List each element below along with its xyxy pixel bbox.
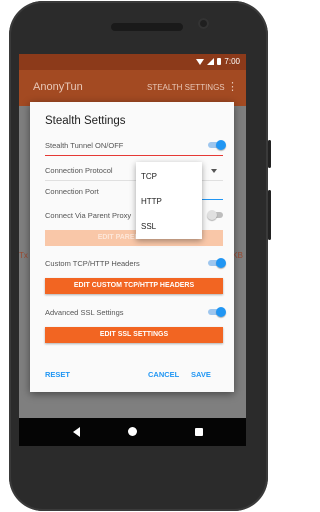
cancel-button[interactable]: CANCEL <box>148 370 179 379</box>
connection-protocol-label: Connection Protocol <box>45 166 113 175</box>
dropdown-option-http[interactable]: HTTP <box>141 197 162 206</box>
save-button[interactable]: SAVE <box>191 370 211 379</box>
signal-icon <box>207 58 215 65</box>
app-bar: AnonyTun STEALTH SETTINGS ⋮ <box>19 70 246 106</box>
stealth-tunnel-label: Stealth Tunnel ON/OFF <box>45 141 124 150</box>
status-bar: 7:00 <box>19 54 246 70</box>
dropdown-option-ssl[interactable]: SSL <box>141 222 156 231</box>
status-time: 7:00 <box>224 57 240 66</box>
stealth-tunnel-switch[interactable] <box>208 140 226 150</box>
nav-bar <box>19 418 246 446</box>
recents-icon[interactable] <box>195 428 203 436</box>
edit-custom-headers-button[interactable]: EDIT CUSTOM TCP/HTTP HEADERS <box>45 278 223 294</box>
edit-ssl-settings-button[interactable]: EDIT SSL SETTINGS <box>45 327 223 343</box>
more-vert-icon[interactable]: ⋮ <box>227 80 238 93</box>
battery-icon <box>217 58 222 65</box>
custom-headers-switch[interactable] <box>208 258 226 268</box>
stealth-tunnel-divider <box>45 155 223 156</box>
back-icon[interactable] <box>73 427 80 437</box>
connection-port-label[interactable]: Connection Port <box>45 187 99 196</box>
front-camera <box>198 18 209 29</box>
dialog-title: Stealth Settings <box>45 115 126 127</box>
speaker-grille <box>111 23 183 31</box>
dropdown-option-tcp[interactable]: TCP <box>141 172 157 181</box>
home-icon[interactable] <box>128 427 137 436</box>
custom-headers-label: Custom TCP/HTTP Headers <box>45 259 140 268</box>
app-title: AnonyTun <box>33 81 83 93</box>
parent-proxy-switch[interactable] <box>207 210 225 220</box>
advanced-ssl-label: Advanced SSL Settings <box>45 308 124 317</box>
background-text-left: Tx <box>19 251 28 260</box>
stealth-settings-dialog: Stealth Settings Stealth Tunnel ON/OFF C… <box>30 102 234 392</box>
screen: 7:00 AnonyTun STEALTH SETTINGS ⋮ Tx KB S… <box>19 54 246 446</box>
volume-button <box>268 190 271 240</box>
parent-proxy-label: Connect Via Parent Proxy <box>45 211 132 220</box>
stealth-settings-action[interactable]: STEALTH SETTINGS <box>147 83 225 92</box>
chevron-down-icon[interactable] <box>211 169 217 173</box>
protocol-dropdown-menu: TCP HTTP SSL <box>136 162 202 239</box>
power-button <box>268 140 271 168</box>
wifi-icon <box>196 58 205 65</box>
reset-button[interactable]: RESET <box>45 370 70 379</box>
advanced-ssl-switch[interactable] <box>208 307 226 317</box>
